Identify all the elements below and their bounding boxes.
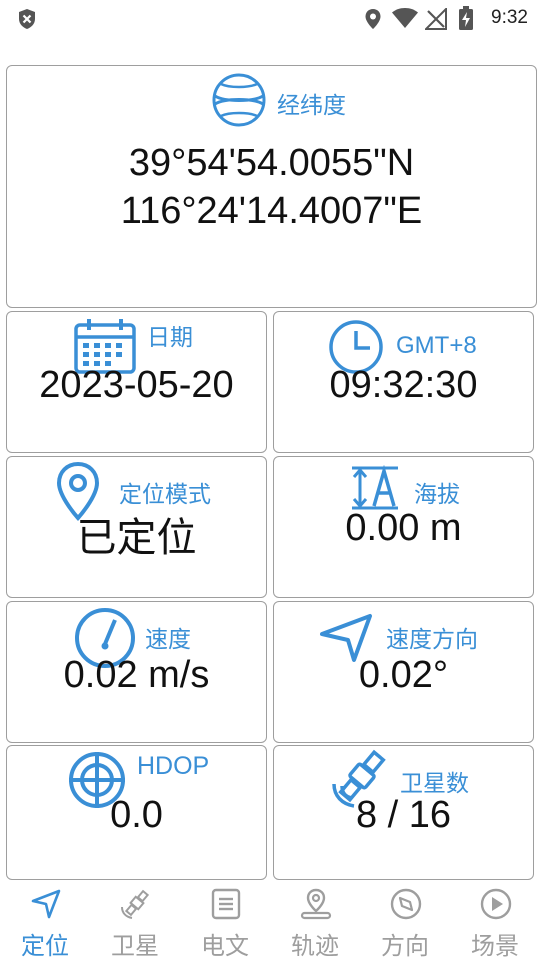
compass-icon bbox=[390, 888, 422, 920]
globe-icon bbox=[212, 73, 266, 127]
location-mode-value: 已定位 bbox=[76, 515, 197, 561]
satellite-icon bbox=[121, 889, 150, 919]
navigation-arrow-icon bbox=[31, 889, 61, 919]
status-time: 9:32 bbox=[491, 7, 528, 28]
bottom-navigation: 定位 卫星 电文 轨迹 方向 场景 bbox=[0, 882, 540, 960]
altitude-card: 海拔 0.00 m bbox=[273, 456, 534, 598]
speed-value: 0.02 m/s bbox=[63, 654, 210, 696]
hdop-card: HDOP 0.0 bbox=[6, 745, 267, 880]
time-value: 09:32:30 bbox=[329, 364, 478, 406]
latitude-value: 39°54'54.0055"N bbox=[128, 142, 415, 184]
altitude-value: 0.00 m bbox=[345, 507, 462, 549]
play-circle-icon bbox=[480, 888, 512, 920]
nav-label-messages: 电文 bbox=[201, 932, 249, 960]
location-mode-card: 定位模式 已定位 bbox=[6, 456, 267, 598]
nav-label-location: 定位 bbox=[21, 932, 69, 960]
status-bar: 9:32 bbox=[0, 0, 540, 38]
nav-label-track: 轨迹 bbox=[291, 932, 339, 960]
nav-item-satellites[interactable]: 卫星 bbox=[90, 882, 180, 960]
nav-item-track[interactable]: 轨迹 bbox=[270, 882, 360, 960]
time-card: GMT+8 09:32:30 bbox=[273, 311, 534, 453]
location-mode-label: 定位模式 bbox=[119, 482, 211, 508]
date-label: 日期 bbox=[147, 325, 193, 351]
satellites-value: 8 / 16 bbox=[355, 794, 452, 836]
heading-label: 速度方向 bbox=[386, 627, 478, 653]
document-icon bbox=[211, 888, 241, 920]
nav-label-satellites: 卫星 bbox=[111, 932, 159, 960]
time-label: GMT+8 bbox=[396, 332, 477, 359]
speed-card: 速度 0.02 m/s bbox=[6, 601, 267, 743]
speed-label: 速度 bbox=[145, 627, 191, 653]
date-card: 日期 2023-05-20 bbox=[6, 311, 267, 453]
wifi-icon bbox=[392, 8, 418, 28]
longitude-value: 116°24'14.4007"E bbox=[120, 190, 423, 232]
hdop-value: 0.0 bbox=[110, 794, 163, 836]
altitude-icon bbox=[352, 465, 398, 510]
nav-item-scene[interactable]: 场景 bbox=[450, 882, 540, 960]
coordinates-label: 经纬度 bbox=[277, 93, 346, 119]
no-signal-icon bbox=[425, 8, 447, 30]
date-value: 2023-05-20 bbox=[39, 364, 234, 406]
battery-charging-icon bbox=[459, 6, 473, 30]
map-pin-track-icon bbox=[300, 888, 332, 920]
nav-item-messages[interactable]: 电文 bbox=[180, 882, 270, 960]
altitude-label: 海拔 bbox=[414, 482, 460, 508]
nav-label-scene: 场景 bbox=[471, 932, 519, 960]
nav-item-direction[interactable]: 方向 bbox=[360, 882, 450, 960]
heading-card: 速度方向 0.02° bbox=[273, 601, 534, 743]
shield-icon bbox=[19, 9, 35, 29]
location-icon bbox=[365, 9, 381, 29]
nav-item-location[interactable]: 定位 bbox=[0, 882, 90, 960]
satellites-card: 卫星数 8 / 16 bbox=[273, 745, 534, 880]
hdop-label: HDOP bbox=[137, 752, 210, 780]
heading-value: 0.02° bbox=[358, 654, 449, 696]
satellites-label: 卫星数 bbox=[400, 771, 469, 797]
nav-label-direction: 方向 bbox=[381, 932, 429, 960]
coordinates-card: 经纬度 39°54'54.0055"N 116°24'14.4007"E bbox=[6, 65, 537, 308]
